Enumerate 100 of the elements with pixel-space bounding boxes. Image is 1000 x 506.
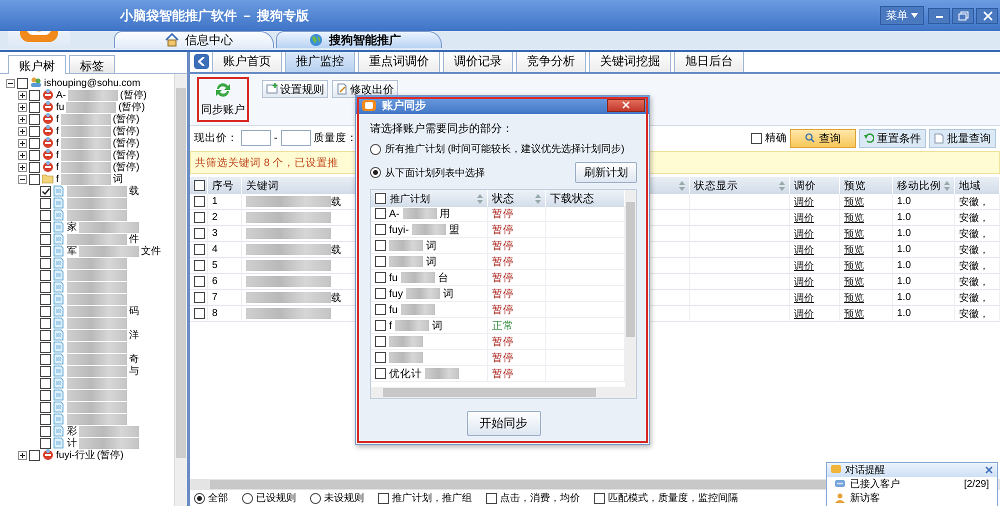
checkbox[interactable]: [40, 294, 51, 304]
checkbox[interactable]: [29, 114, 40, 124]
scrollbar[interactable]: [174, 74, 187, 506]
adjust-price-link[interactable]: 调价: [794, 290, 814, 304]
adjust-price-link[interactable]: 调价: [794, 194, 814, 208]
popup-item[interactable]: 新访客: [850, 491, 880, 505]
checkbox[interactable]: [29, 174, 40, 184]
main-tab[interactable]: 关键词挖掘: [589, 52, 671, 72]
checkbox[interactable]: [375, 288, 386, 299]
tree-item-label[interactable]: f: [56, 150, 59, 160]
expander-icon[interactable]: [18, 102, 27, 112]
preview-link[interactable]: 预览: [844, 306, 864, 320]
tree-item-label[interactable]: 件: [129, 232, 139, 246]
checkbox[interactable]: [40, 246, 51, 256]
adjust-price-link[interactable]: 调价: [794, 210, 814, 224]
checkbox[interactable]: [40, 306, 51, 316]
checkbox[interactable]: [375, 240, 386, 251]
menu-button[interactable]: 菜单: [880, 6, 924, 25]
checkbox[interactable]: [29, 450, 40, 460]
tree-item-label[interactable]: (暂停): [96, 448, 124, 462]
checkbox[interactable]: [29, 90, 40, 100]
main-tab[interactable]: 旭日后台: [674, 52, 744, 72]
checkbox[interactable]: [486, 492, 497, 504]
restore-button[interactable]: [952, 8, 974, 24]
back-button[interactable]: [194, 54, 209, 69]
tree-item-label[interactable]: fuyi-行业: [56, 448, 95, 462]
vertical-scrollbar[interactable]: [625, 190, 636, 387]
tree-item-label[interactable]: f: [56, 126, 59, 136]
checkbox[interactable]: [375, 320, 386, 331]
checkbox[interactable]: [40, 222, 51, 232]
checkbox[interactable]: [40, 210, 51, 220]
tree-item-label[interactable]: 家: [67, 220, 77, 234]
checkbox[interactable]: [375, 304, 386, 315]
checkbox[interactable]: [375, 193, 386, 204]
radio-button[interactable]: [242, 492, 253, 504]
checkbox[interactable]: [194, 212, 205, 223]
checkbox[interactable]: [40, 282, 51, 292]
checkbox[interactable]: [375, 336, 386, 347]
tree-item-label[interactable]: 文件: [141, 244, 161, 258]
checkbox[interactable]: [40, 234, 51, 244]
checkbox[interactable]: [194, 260, 205, 271]
checkbox[interactable]: [194, 276, 205, 287]
refresh-plans-button[interactable]: 刷新计划: [575, 162, 637, 183]
checkbox[interactable]: [40, 270, 51, 280]
adjust-price-link[interactable]: 调价: [794, 306, 814, 320]
tree-item-label[interactable]: 彩: [67, 424, 77, 438]
start-sync-button[interactable]: 开始同步: [466, 411, 540, 436]
checkbox[interactable]: [375, 208, 386, 219]
expander-icon[interactable]: [18, 138, 27, 148]
price-min-field[interactable]: [241, 130, 271, 146]
close-button[interactable]: [607, 98, 645, 112]
checkbox[interactable]: [375, 352, 386, 363]
toolbar-button[interactable]: 设置规则: [262, 80, 328, 98]
checkbox[interactable]: [29, 102, 40, 112]
main-tab[interactable]: 调价记录: [443, 52, 513, 72]
close-icon[interactable]: [985, 466, 993, 474]
preview-link[interactable]: 预览: [844, 274, 864, 288]
tree-item-label[interactable]: 洋: [129, 328, 139, 342]
checkbox[interactable]: [194, 196, 205, 207]
preview-link[interactable]: 预览: [844, 210, 864, 224]
checkbox[interactable]: [40, 354, 51, 364]
checkbox[interactable]: [751, 132, 762, 144]
tree-item-label[interactable]: f: [56, 114, 59, 124]
adjust-price-link[interactable]: 调价: [794, 258, 814, 272]
checkbox[interactable]: [40, 330, 51, 340]
checkbox[interactable]: [40, 198, 51, 208]
popup-item[interactable]: 已接入客户: [850, 477, 900, 491]
tree-item-label[interactable]: 码: [129, 304, 139, 318]
adjust-price-link[interactable]: 调价: [794, 274, 814, 288]
tree-item-label[interactable]: fu: [56, 102, 64, 112]
checkbox[interactable]: [40, 318, 51, 328]
expander-icon[interactable]: [18, 90, 27, 100]
minimize-button[interactable]: [928, 8, 950, 24]
radio-button[interactable]: [194, 492, 205, 504]
checkbox[interactable]: [375, 256, 386, 267]
tree-item-label[interactable]: (暂停): [120, 88, 147, 102]
tree-item-label[interactable]: 载: [129, 184, 139, 198]
sidebar-tab[interactable]: 账户树: [8, 55, 66, 74]
checkbox[interactable]: [40, 414, 51, 424]
tree-item-label[interactable]: (暂停): [112, 160, 140, 174]
checkbox[interactable]: [194, 308, 205, 319]
checkbox[interactable]: [40, 366, 51, 376]
checkbox[interactable]: [378, 492, 389, 504]
checkbox[interactable]: [194, 180, 205, 191]
preview-link[interactable]: 预览: [844, 258, 864, 272]
expander-icon[interactable]: [18, 150, 27, 160]
tree-item-label[interactable]: f: [56, 162, 59, 172]
preview-link[interactable]: 预览: [844, 242, 864, 256]
tree-item-label[interactable]: f: [56, 138, 59, 148]
tree-item-label[interactable]: ishouping@sohu.com: [44, 78, 140, 88]
batch-query-button[interactable]: 批量查询: [929, 128, 996, 148]
checkbox[interactable]: [29, 126, 40, 136]
checkbox[interactable]: [29, 138, 40, 148]
checkbox[interactable]: [40, 378, 51, 388]
expander-icon[interactable]: [6, 78, 15, 88]
tree-item-label[interactable]: 奇: [129, 352, 139, 366]
app-tab[interactable]: 信息中心: [114, 31, 274, 48]
query-button[interactable]: 查询: [790, 128, 856, 148]
checkbox[interactable]: [375, 368, 386, 379]
tree-item-label[interactable]: f: [56, 174, 59, 184]
